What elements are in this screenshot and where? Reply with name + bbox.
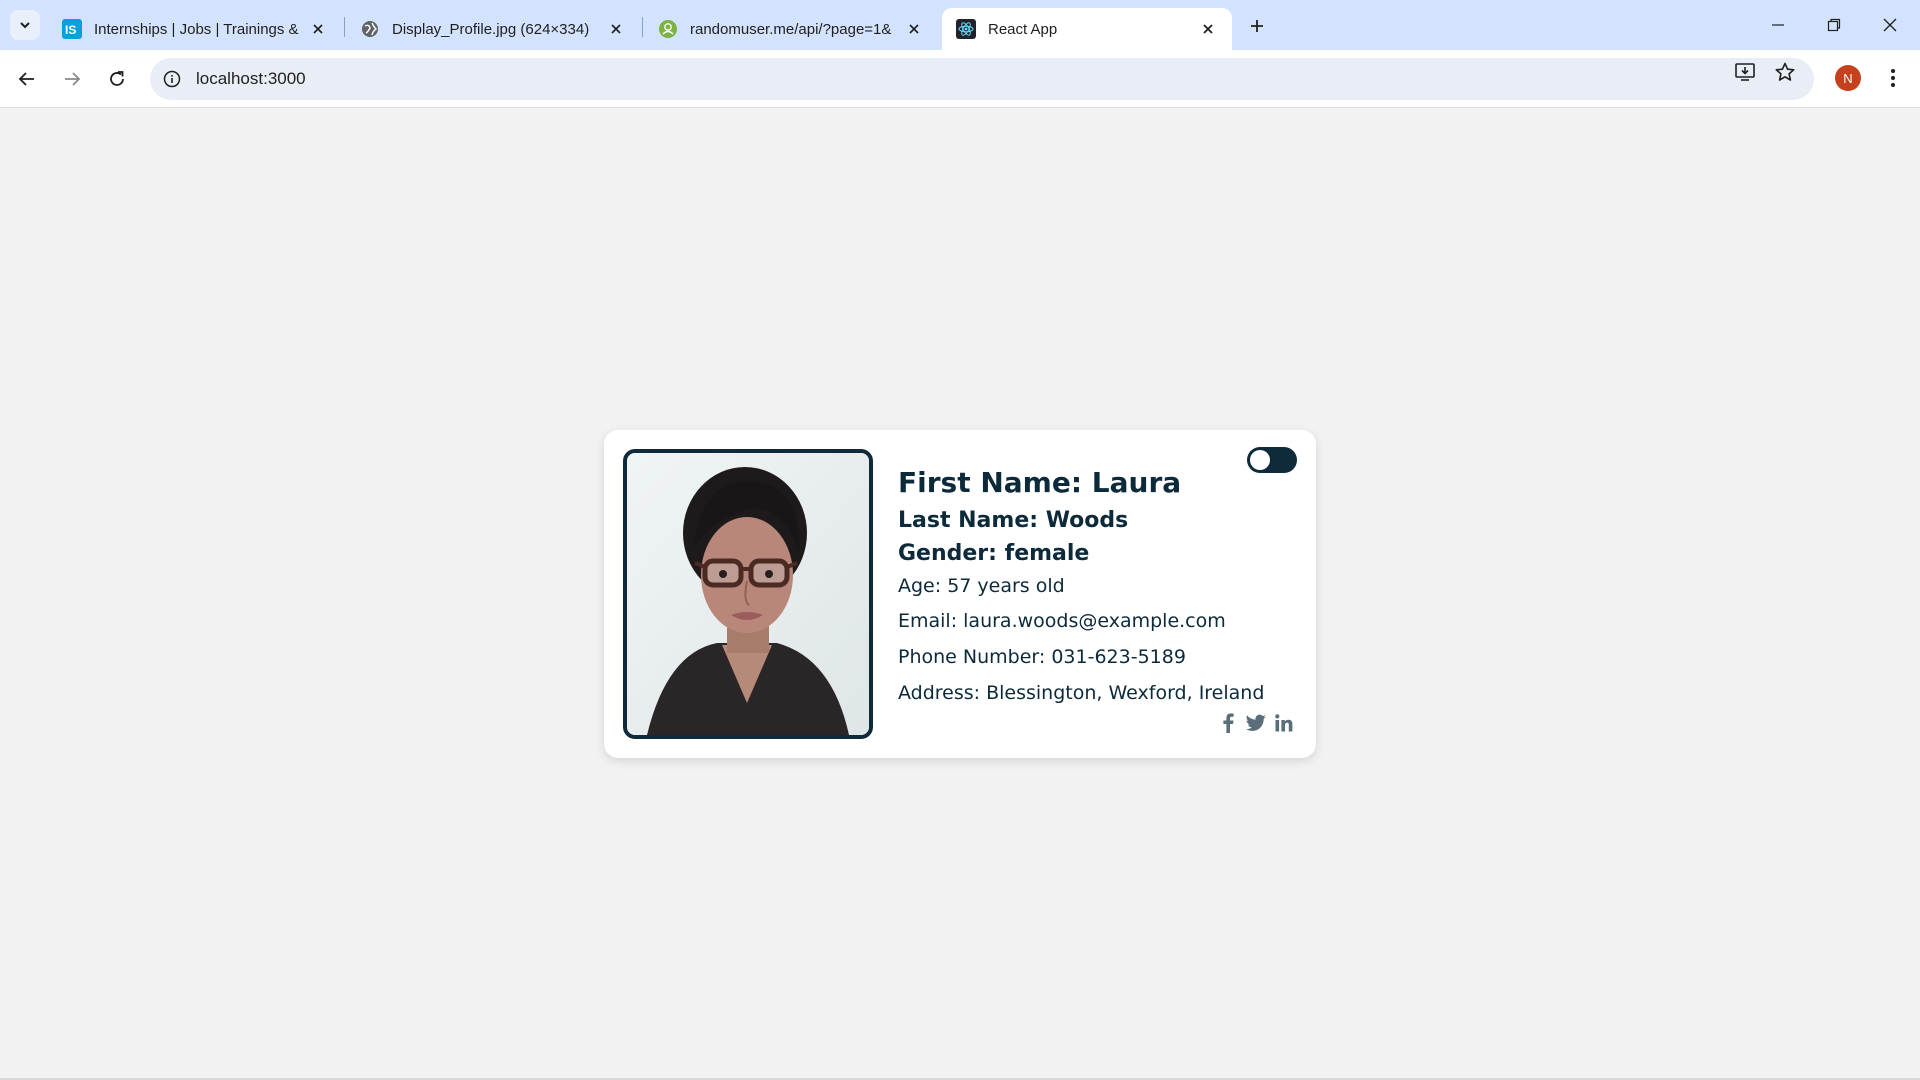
tab-internshala[interactable]: IS Internships | Jobs | Trainings & I [48, 8, 342, 50]
forward-button[interactable] [54, 61, 90, 97]
arrow-left-icon [18, 72, 34, 86]
star-icon [1775, 62, 1795, 81]
restore-button[interactable] [1806, 0, 1862, 50]
install-app-button[interactable] [1733, 60, 1757, 84]
reload-button[interactable] [99, 61, 135, 97]
email: Email: laura.woods@example.com [898, 610, 1226, 632]
phone-number: Phone Number: 031-623-5189 [898, 646, 1186, 668]
minimize-button[interactable] [1750, 0, 1806, 50]
close-window-button[interactable] [1862, 0, 1918, 50]
close-tab-icon[interactable] [1198, 19, 1218, 39]
tab-strip: IS Internships | Jobs | Trainings & I Di… [0, 0, 1920, 50]
back-button[interactable] [9, 61, 45, 97]
profile-avatar[interactable]: N [1835, 65, 1861, 91]
tab-react-app[interactable]: React App [942, 8, 1232, 50]
tab-separator [642, 17, 643, 37]
close-tab-icon[interactable] [606, 19, 626, 39]
profile-details: First Name: Laura Last Name: Woods Gende… [898, 462, 1264, 711]
internshala-favicon: IS [62, 19, 82, 39]
profile-card: First Name: Laura Last Name: Woods Gende… [604, 430, 1316, 758]
install-app-icon [1735, 63, 1755, 81]
url-text: localhost:3000 [196, 69, 306, 88]
gender: Gender: female [898, 541, 1090, 566]
arrow-right-icon [65, 72, 81, 86]
address-bar[interactable]: localhost:3000 [150, 58, 1814, 100]
last-name: Last Name: Woods [898, 508, 1129, 533]
toggle-knob [1250, 450, 1270, 470]
profile-photo [623, 449, 873, 739]
new-tab-button[interactable] [1242, 11, 1272, 41]
more-vert-icon [1891, 69, 1895, 87]
age: Age: 57 years old [898, 575, 1065, 597]
restore-icon [1827, 18, 1841, 32]
site-info-icon[interactable] [162, 69, 182, 89]
svg-text:IS: IS [65, 23, 76, 37]
bookmark-button[interactable] [1773, 60, 1797, 84]
twitter-icon[interactable] [1246, 712, 1266, 734]
browser-toolbar: localhost:3000 N [0, 50, 1920, 108]
browser-menu-button[interactable] [1880, 65, 1906, 91]
tab-title: Internships | Jobs | Trainings & I [94, 20, 302, 38]
reload-icon [110, 71, 124, 86]
linkedin-icon[interactable] [1274, 712, 1294, 734]
tab-title: React App [988, 20, 1058, 38]
facebook-icon[interactable] [1218, 712, 1238, 734]
plus-icon [1251, 20, 1263, 32]
chevron-down-icon [20, 22, 30, 29]
randomuser-favicon [658, 19, 678, 39]
tab-display-profile[interactable]: Display_Profile.jpg (624×334) [346, 8, 640, 50]
close-tab-icon[interactable] [904, 19, 924, 39]
theme-toggle[interactable] [1247, 447, 1297, 473]
social-links [1218, 712, 1294, 734]
tab-separator [344, 17, 345, 37]
react-icon [956, 19, 976, 39]
globe-icon [360, 19, 380, 39]
tab-title: Display_Profile.jpg (624×334) [392, 20, 590, 38]
address: Address: Blessington, Wexford, Ireland [898, 682, 1265, 704]
close-icon [1883, 18, 1897, 32]
close-tab-icon[interactable] [308, 19, 328, 39]
tab-randomuser[interactable]: randomuser.me/api/?page=1& [644, 8, 938, 50]
first-name: First Name: Laura [898, 466, 1182, 499]
tab-search-button[interactable] [10, 10, 40, 40]
tab-title: randomuser.me/api/?page=1& [690, 20, 892, 38]
minimize-icon [1772, 24, 1784, 26]
